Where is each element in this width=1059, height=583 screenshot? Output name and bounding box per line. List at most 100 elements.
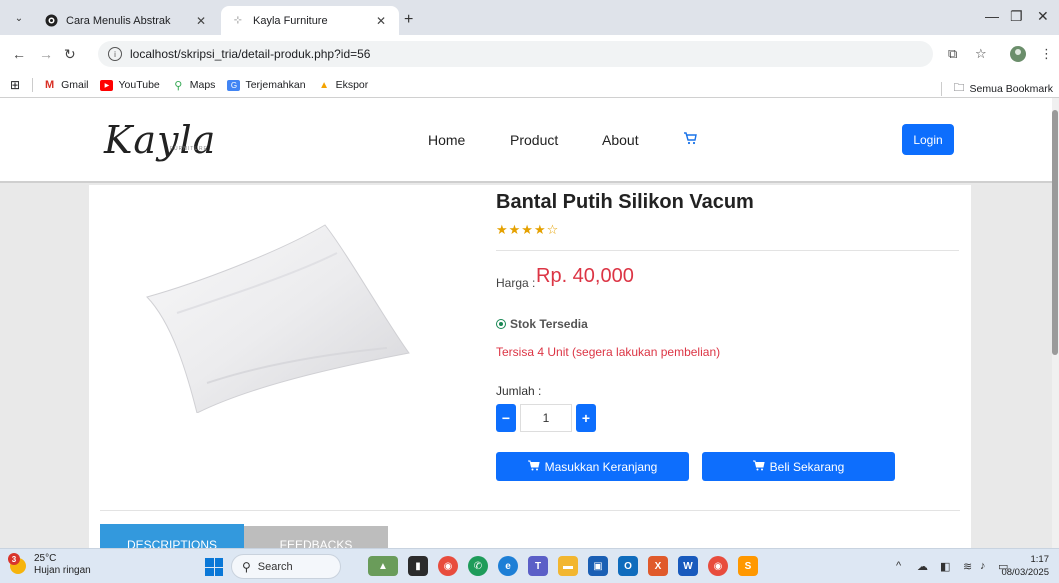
weather-icon: 3 (8, 553, 30, 576)
taskbar-search[interactable]: ⚲ Search (231, 554, 341, 579)
bookmark-label: Ekspor (335, 79, 369, 91)
close-window-icon[interactable]: ✕ (1037, 8, 1049, 25)
site-navbar: Kayla FURNITURE Home Product About Login (0, 98, 1052, 183)
remaining-stock-text: Tersisa 4 Unit (segera lakukan pembelian… (496, 345, 721, 359)
new-tab-icon[interactable]: + (404, 11, 413, 29)
bookmark-label: Terjemahkan (245, 79, 306, 91)
cart-icon[interactable] (683, 131, 697, 148)
tab-feedbacks[interactable]: FEEDBACKS (244, 526, 388, 548)
bookmark-star-icon[interactable]: ☆ (975, 46, 987, 62)
bookmark-label: YouTube (118, 79, 160, 91)
tab-descriptions[interactable]: DESCRIPTIONS (100, 524, 244, 548)
wifi-icon[interactable]: ≋ (963, 560, 972, 573)
nav-home[interactable]: Home (428, 132, 465, 148)
tray-app-icon[interactable]: ◧ (940, 560, 950, 573)
file-explorer-icon[interactable]: ▬ (558, 556, 578, 576)
product-detail-card: Bantal Putih Silikon Vacum ★★★★☆ Harga :… (89, 185, 971, 548)
bookmark-divider (32, 78, 34, 92)
word-icon[interactable]: W (678, 556, 698, 576)
gmail-icon: M (44, 79, 55, 91)
tab-kayla-furniture[interactable]: ⊹ Kayla Furniture ✕ (221, 6, 399, 35)
bookmark-ekspor[interactable]: ▲ Ekspor (318, 79, 369, 91)
quantity-input[interactable]: 1 (520, 404, 572, 432)
taskbar-search-label: Search (257, 560, 293, 573)
forward-icon[interactable]: → (39, 46, 53, 62)
weather-badge: 3 (8, 553, 20, 565)
page-scrollbar[interactable] (1052, 98, 1059, 548)
login-button[interactable]: Login (902, 124, 954, 155)
tab-favicon-icon (44, 14, 58, 28)
minimize-icon[interactable]: — (985, 8, 999, 24)
export-icon: ▲ (319, 79, 330, 91)
site-logo[interactable]: Kayla (104, 118, 216, 162)
add-to-cart-label: Masukkan Keranjang (544, 459, 658, 474)
clock-time: 1:17 (1030, 554, 1050, 565)
browser-menu-icon[interactable]: ⋮ (1040, 46, 1053, 62)
browser-tab-bar: ⌄ Cara Menulis Abstrak ✕ ⊹ Kayla Furnitu… (0, 0, 1059, 35)
maps-icon: ⚲ (174, 79, 183, 92)
store-icon[interactable]: ▣ (588, 556, 608, 576)
onedrive-icon[interactable]: ☁ (917, 560, 928, 573)
xampp-icon[interactable]: X (648, 556, 668, 576)
tab-title: Cara Menulis Abstrak (66, 14, 171, 27)
outlook-icon[interactable]: O (618, 556, 638, 576)
cart-icon (527, 460, 540, 474)
chrome-profile-icon[interactable]: ◉ (708, 556, 728, 576)
windows-taskbar: 3 25°C Hujan ringan ⚲ Search ▲ ▮ ◉ ✆ e T… (0, 548, 1059, 583)
tab-cara-menulis-abstrak[interactable]: Cara Menulis Abstrak ✕ (34, 6, 219, 35)
reload-icon[interactable]: ↻ (64, 46, 76, 63)
tab-close-icon[interactable]: ✕ (193, 14, 209, 28)
tab-favicon-icon: ⊹ (233, 15, 243, 26)
url-text: localhost/skripsi_tria/detail-produk.php… (130, 47, 371, 61)
tab-search-chevron-icon[interactable]: ⌄ (10, 9, 28, 27)
nav-product[interactable]: Product (510, 132, 558, 148)
nav-about[interactable]: About (602, 132, 639, 148)
windows-start-icon[interactable] (205, 558, 223, 576)
apps-grid-icon[interactable]: ⊞ (10, 78, 20, 92)
all-bookmarks-label: Semua Bookmark (969, 82, 1053, 95)
volume-icon[interactable]: ♪ (980, 560, 986, 572)
news-widget-icon[interactable]: ▲ (368, 556, 398, 576)
bookmark-divider (940, 81, 942, 96)
bookmark-youtube[interactable]: ▶ YouTube (100, 79, 160, 91)
quantity-increase-button[interactable]: + (576, 404, 596, 432)
buy-now-button[interactable]: Beli Sekarang (702, 452, 895, 481)
stock-available-icon (496, 319, 506, 329)
translate-page-icon[interactable]: ⧉ (948, 46, 957, 62)
cart-icon (752, 460, 765, 474)
search-icon: ⚲ (242, 559, 251, 574)
stock-status: Stok Tersedia (496, 317, 588, 331)
profile-avatar-icon[interactable] (1010, 46, 1026, 65)
stock-status-text: Stok Tersedia (510, 317, 588, 331)
tab-close-icon[interactable]: ✕ (373, 14, 389, 28)
folder-icon: 🗀 (953, 82, 965, 94)
weather-widget[interactable]: 3 25°C Hujan ringan (8, 553, 91, 577)
task-view-icon[interactable]: ▮ (408, 556, 428, 576)
site-info-icon[interactable]: i (108, 47, 122, 61)
chrome-icon[interactable]: ◉ (438, 556, 458, 576)
restore-icon[interactable]: ❐ (1010, 8, 1023, 25)
clock-date: 08/03/2025 (1001, 567, 1049, 578)
add-to-cart-button[interactable]: Masukkan Keranjang (496, 452, 689, 481)
price-label: Harga : (496, 276, 536, 290)
taskbar-clock[interactable]: 1:17 08/03/2025 (1001, 553, 1049, 579)
teams-icon[interactable]: T (528, 556, 548, 576)
quantity-decrease-button[interactable]: − (496, 404, 516, 432)
scrollbar-thumb[interactable] (1052, 110, 1058, 355)
bookmark-terjemahkan[interactable]: G Terjemahkan (227, 79, 306, 91)
tray-overflow-icon[interactable]: ^ (896, 560, 901, 572)
quantity-label: Jumlah : (496, 384, 542, 398)
bookmark-maps[interactable]: ⚲ Maps (172, 79, 215, 92)
whatsapp-icon[interactable]: ✆ (468, 556, 488, 576)
translate-icon: G (227, 79, 241, 91)
sublime-text-icon[interactable]: S (738, 556, 758, 576)
bookmark-gmail[interactable]: M Gmail (43, 79, 89, 91)
weather-description: Hujan ringan (34, 565, 91, 576)
url-field[interactable]: i localhost/skripsi_tria/detail-produk.p… (98, 41, 933, 67)
page-viewport: Kayla FURNITURE Home Product About Login (0, 98, 1059, 548)
site-logo-subtitle: FURNITURE (170, 146, 208, 152)
edge-icon[interactable]: e (498, 556, 518, 576)
all-bookmarks[interactable]: 🗀 Semua Bookmark (940, 79, 1053, 98)
back-icon[interactable]: ← (12, 46, 26, 62)
bookmark-label: Gmail (61, 79, 89, 91)
